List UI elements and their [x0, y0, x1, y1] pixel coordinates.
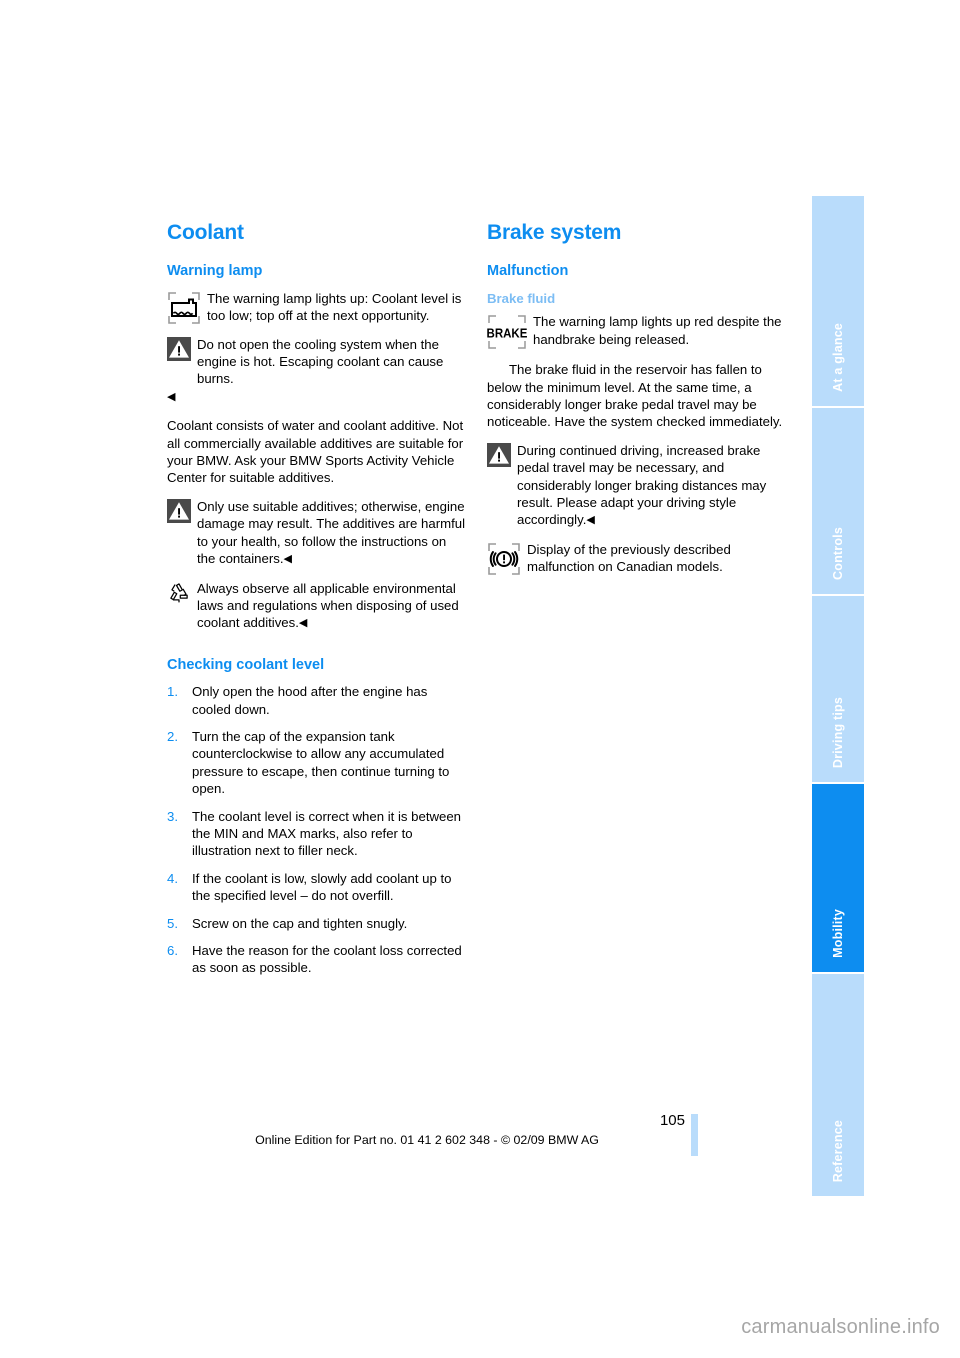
- tab-controls[interactable]: Controls: [812, 408, 864, 596]
- page-title-coolant: Coolant: [167, 221, 244, 244]
- brake-warning-lamp-icon: BRAKE: [487, 314, 527, 350]
- heading-malfunction: Malfunction: [487, 263, 569, 280]
- step-number: 4.: [167, 870, 178, 886]
- step-text: If the coolant is low, slowly add coolan…: [192, 870, 452, 904]
- tab-driving-tips-label: Driving tips: [831, 696, 845, 768]
- right-column: Brake system Malfunction Brake fluid BRA…: [487, 221, 787, 587]
- hot-engine-endmark: ◀: [167, 390, 176, 403]
- warning-triangle-icon: [167, 336, 191, 361]
- tab-mobility[interactable]: Mobility: [812, 784, 864, 974]
- brake-lamp-note: BRAKE The warning lamp lights up red des…: [487, 313, 787, 350]
- step-text: Only open the hood after the engine has …: [192, 684, 428, 717]
- recycling-text: Always observe all applicable environmen…: [197, 580, 459, 631]
- brake-icon-label: BRAKE: [487, 326, 527, 341]
- step-text: Have the reason for the coolant loss cor…: [192, 943, 462, 976]
- canadian-models-note: Display of the previously described malf…: [487, 541, 787, 576]
- footer-edition-text: Online Edition for Part no. 01 41 2 602 …: [255, 1133, 599, 1147]
- tab-at-a-glance-label: At a glance: [831, 323, 845, 392]
- list-item: 6. Have the reason for the coolant loss …: [167, 942, 467, 977]
- heading-checking-coolant-level: Checking coolant level: [167, 656, 325, 673]
- hot-engine-text: Do not open the cooling system when the …: [197, 336, 444, 387]
- list-item: 3. The coolant level is correct when it …: [167, 808, 467, 860]
- step-text: Turn the cap of the expansion tank count…: [192, 728, 450, 797]
- list-item: 2. Turn the cap of the expansion tank co…: [167, 728, 467, 798]
- heading-brake-fluid: Brake fluid: [487, 290, 556, 306]
- additive-paragraph: Coolant consists of water and coolant ad…: [167, 418, 464, 486]
- continued-driving-text: During continued driving, increased brak…: [517, 442, 767, 528]
- suitable-additives-text: Only use suitable additives; otherwise, …: [197, 498, 466, 567]
- suitable-additives-warning: Only use suitable additives; otherwise, …: [167, 498, 467, 569]
- step-number: 2.: [167, 728, 178, 744]
- step-number: 5.: [167, 915, 178, 931]
- coolant-level-warning-lamp-icon: [167, 291, 201, 325]
- tab-at-a-glance[interactable]: At a glance: [812, 196, 864, 408]
- page-footer: 105 Online Edition for Part no. 01 41 2 …: [167, 1112, 687, 1147]
- warning-triangle-icon: [167, 498, 191, 523]
- section-tab-rail: At a glance Controls Driving tips Mobili…: [812, 196, 864, 1196]
- tab-reference[interactable]: Reference: [812, 974, 864, 1196]
- hot-engine-warning: Do not open the cooling system when the …: [167, 336, 467, 407]
- tab-reference-label: Reference: [831, 1119, 845, 1182]
- left-column: Coolant Warning lamp The warning lamp li…: [167, 221, 467, 987]
- warning-triangle-icon: [487, 442, 511, 467]
- canadian-models-text: Display of the previously described malf…: [527, 541, 731, 575]
- step-number: 3.: [167, 808, 178, 824]
- continued-driving-warning: During continued driving, increased brak…: [487, 442, 787, 530]
- step-number: 1.: [167, 684, 178, 700]
- recycling-note: Always observe all applicable environmen…: [167, 580, 467, 633]
- coolant-lamp-note: The warning lamp lights up: Coolant leve…: [167, 290, 467, 325]
- recycling-endmark: ◀: [298, 617, 308, 630]
- continued-driving-endmark: ◀: [586, 514, 595, 527]
- list-item: 5. Screw on the cap and tighten snugly.: [167, 915, 467, 932]
- list-item: 1. Only open the hood after the engine h…: [167, 683, 467, 718]
- brake-lamp-text: The warning lamp lights up red despite t…: [533, 314, 782, 347]
- tab-controls-label: Controls: [831, 527, 845, 580]
- recycling-icon: [167, 581, 191, 605]
- canadian-brake-warning-lamp-icon: [487, 542, 521, 576]
- coolant-lamp-text: The warning lamp lights up: Coolant leve…: [207, 290, 462, 324]
- watermark: carmanualsonline.info: [741, 1316, 940, 1338]
- page-number: 105: [659, 1112, 685, 1129]
- suitable-additives-endmark: ◀: [283, 553, 292, 566]
- list-item: 4. If the coolant is low, slowly add coo…: [167, 870, 467, 905]
- coolant-check-steps: 1. Only open the hood after the engine h…: [167, 683, 467, 977]
- step-text: The coolant level is correct when it is …: [192, 808, 462, 859]
- brake-fluid-paragraph: The brake fluid in the reservoir has fal…: [487, 362, 783, 430]
- tab-mobility-label: Mobility: [831, 909, 845, 958]
- heading-warning-lamp: Warning lamp: [167, 263, 263, 280]
- manual-page: At a glance Controls Driving tips Mobili…: [0, 0, 960, 1358]
- tab-driving-tips[interactable]: Driving tips: [812, 596, 864, 784]
- step-number: 6.: [167, 943, 178, 958]
- step-text: Screw on the cap and tighten snugly.: [192, 915, 408, 931]
- page-title-brake-system: Brake system: [487, 221, 622, 244]
- footer-accent-bar: [691, 1114, 698, 1156]
